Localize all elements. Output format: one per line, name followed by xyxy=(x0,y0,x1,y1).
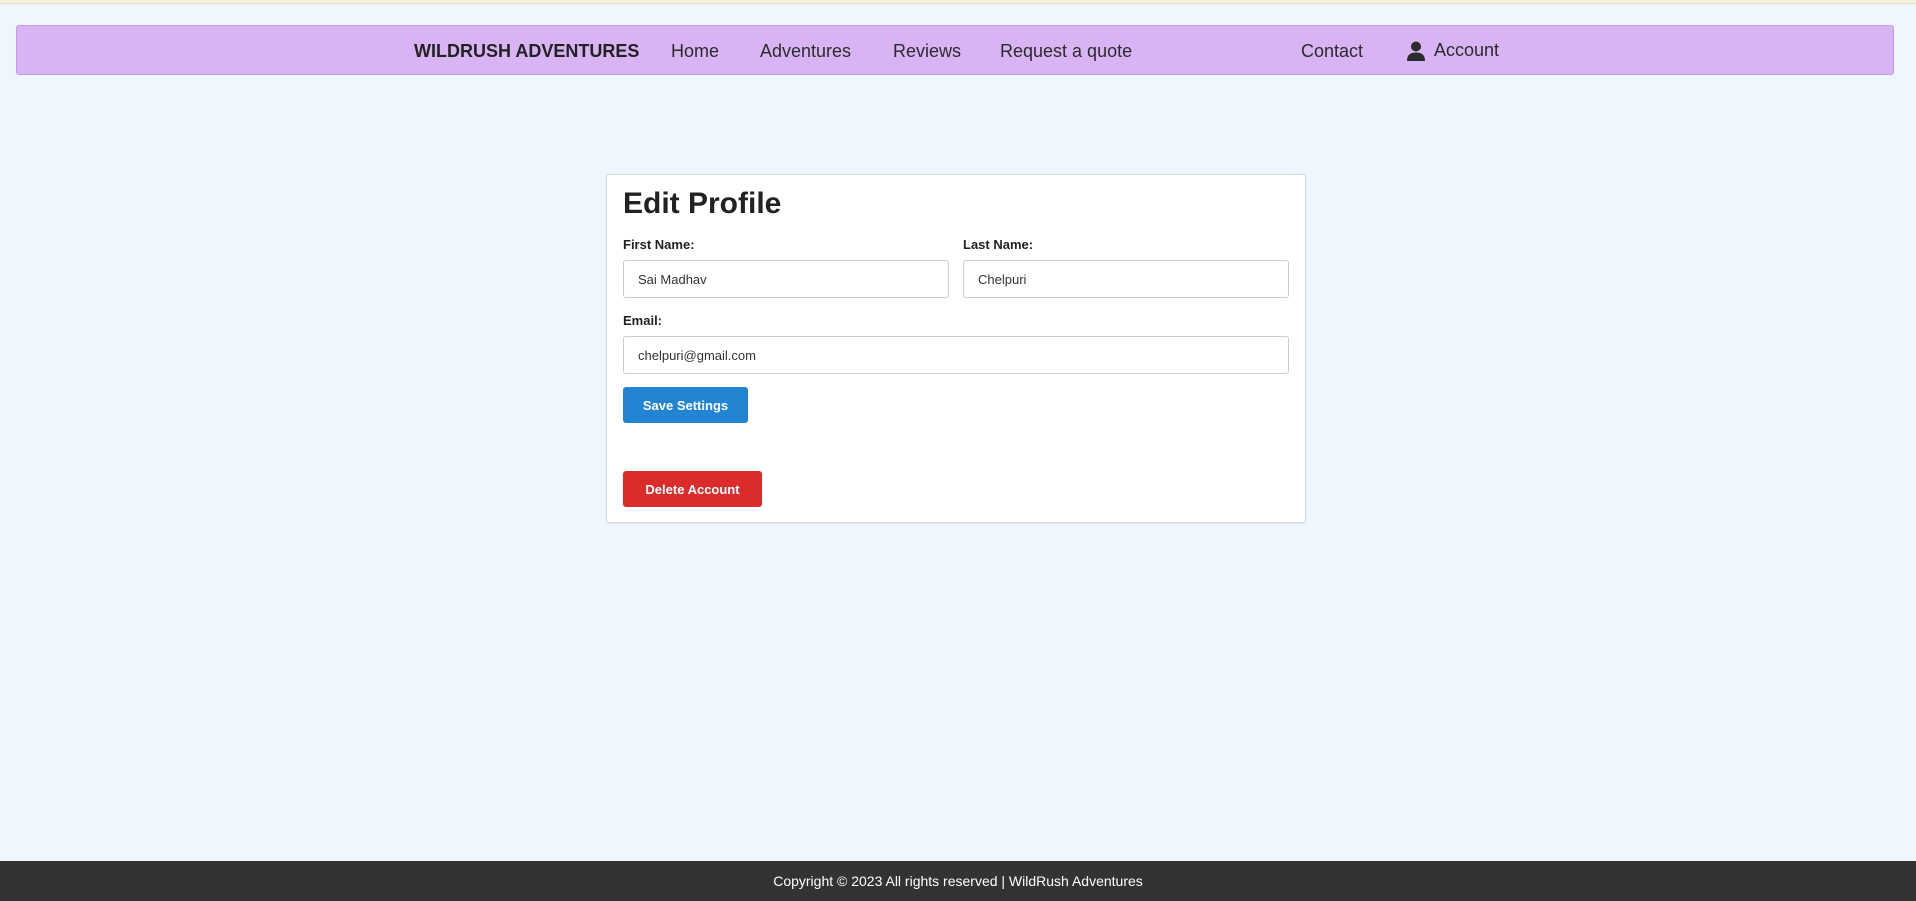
footer-copyright: Copyright © 2023 All rights reserved | W… xyxy=(773,873,1143,889)
email-label: Email: xyxy=(623,313,663,328)
last-name-label: Last Name: xyxy=(963,237,1034,252)
edit-profile-card: Edit Profile First Name: Last Name: Emai… xyxy=(606,174,1306,523)
nav-link-home[interactable]: Home xyxy=(671,41,719,62)
nav-link-adventures[interactable]: Adventures xyxy=(760,41,851,62)
user-icon xyxy=(1407,41,1425,61)
first-name-label: First Name: xyxy=(623,237,695,252)
page-title: Edit Profile xyxy=(623,187,782,220)
account-label: Account xyxy=(1434,40,1500,60)
email-field[interactable] xyxy=(623,336,1289,374)
brand-logo-text[interactable]: WILDRUSH ADVENTURES xyxy=(414,41,639,62)
save-settings-button[interactable]: Save Settings xyxy=(623,387,748,423)
footer: Copyright © 2023 All rights reserved | W… xyxy=(0,861,1916,901)
first-name-field[interactable] xyxy=(623,260,949,298)
nav-link-request-quote[interactable]: Request a quote xyxy=(1000,41,1132,62)
delete-account-button[interactable]: Delete Account xyxy=(623,471,762,507)
top-navbar: WILDRUSH ADVENTURES Home Adventures Revi… xyxy=(16,25,1894,75)
nav-link-contact[interactable]: Contact xyxy=(1301,41,1363,62)
last-name-field[interactable] xyxy=(963,260,1289,298)
nav-link-account[interactable]: Account xyxy=(1407,40,1499,61)
nav-link-reviews[interactable]: Reviews xyxy=(893,41,961,62)
browser-top-strip xyxy=(0,0,1916,4)
